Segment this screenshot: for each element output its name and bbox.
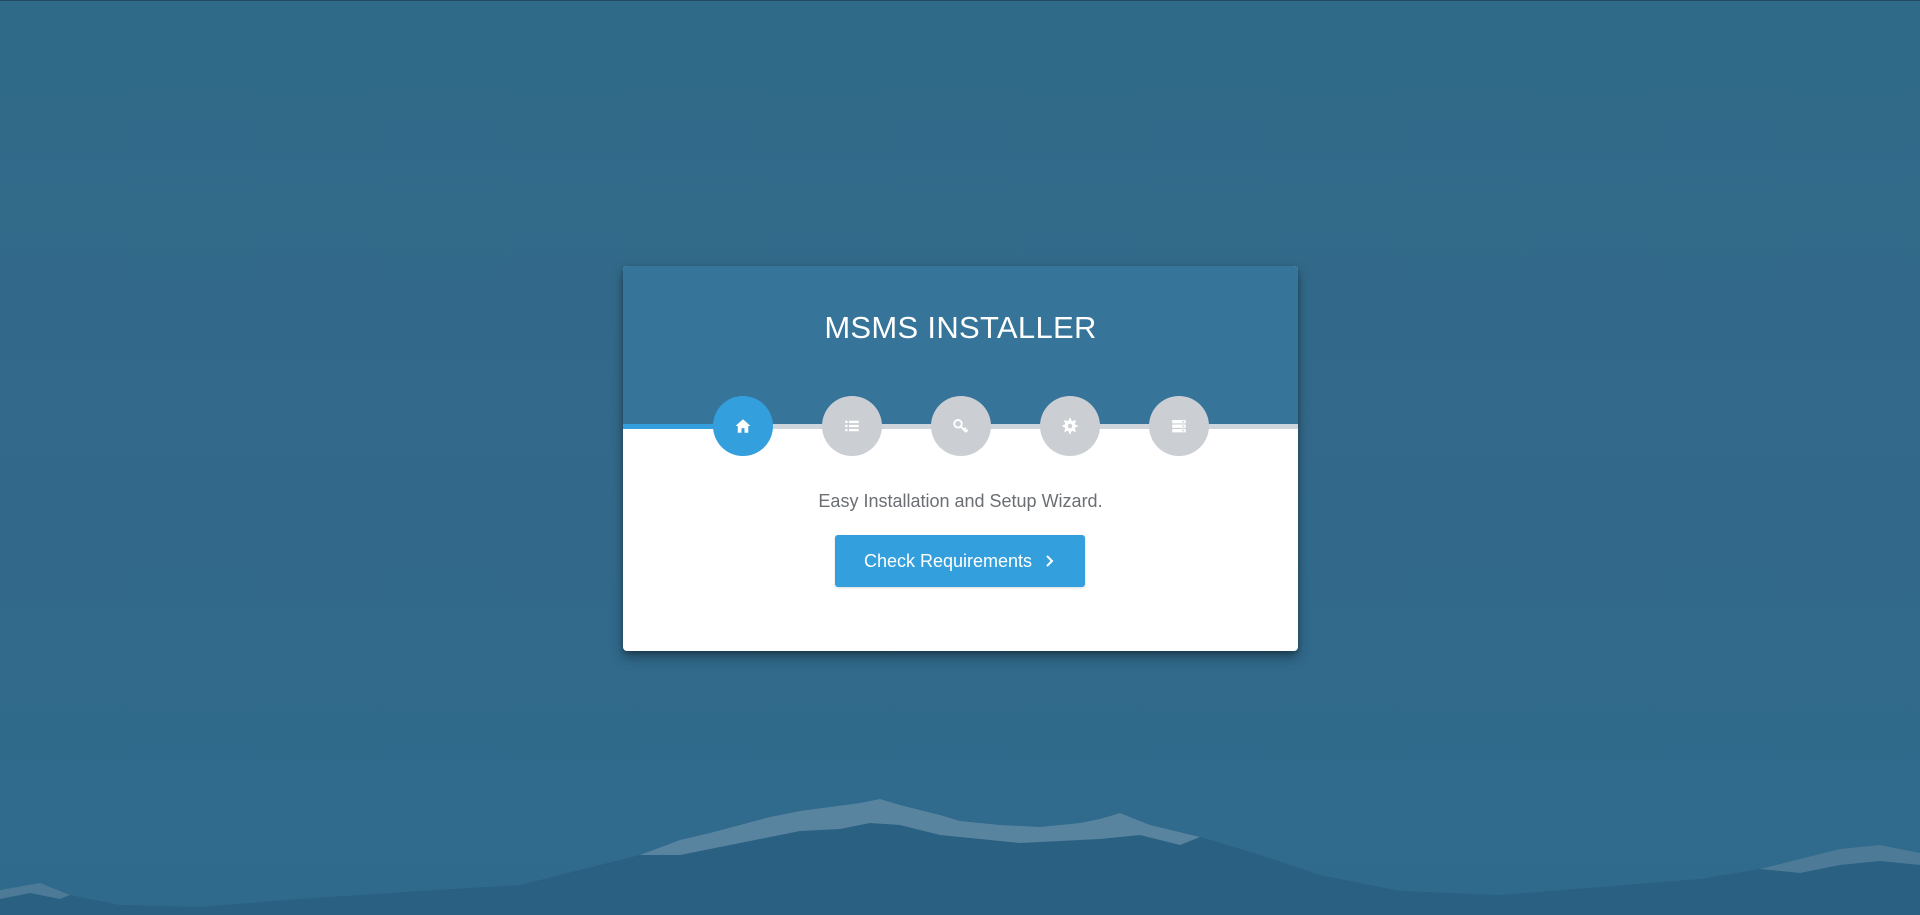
step-database[interactable] xyxy=(1149,396,1209,456)
step-permissions[interactable] xyxy=(931,396,991,456)
top-border xyxy=(0,0,1920,1)
key-icon xyxy=(953,419,969,433)
home-icon xyxy=(735,419,751,433)
server-icon xyxy=(1172,420,1186,433)
gear-icon xyxy=(1062,418,1078,434)
check-requirements-label: Check Requirements xyxy=(863,550,1033,571)
installer-subtitle: Easy Installation and Setup Wizard. xyxy=(818,491,1103,511)
step-requirements[interactable] xyxy=(822,396,882,456)
installer-card: MSMS INSTALLER Easy Installation and Set… xyxy=(623,266,1298,651)
installer-title: MSMS INSTALLER xyxy=(824,310,1097,345)
step-home[interactable] xyxy=(713,396,773,456)
step-settings[interactable] xyxy=(1040,396,1100,456)
mountain-background xyxy=(0,799,1920,915)
check-requirements-button[interactable]: Check Requirements xyxy=(835,535,1085,587)
chevron-right-icon xyxy=(1044,554,1056,568)
wizard-steps xyxy=(623,396,1298,456)
list-icon xyxy=(845,420,859,432)
